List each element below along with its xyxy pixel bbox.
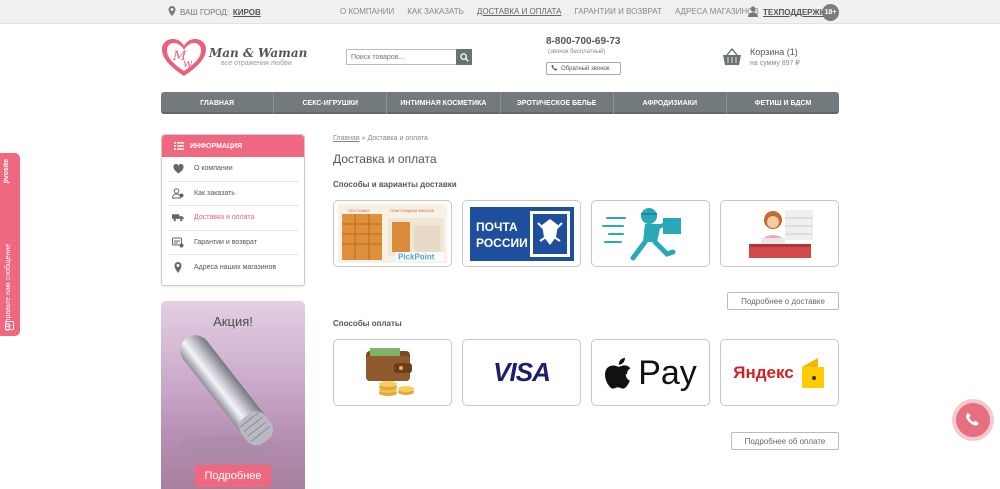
payment-section-title: Способы оплаты xyxy=(333,319,402,328)
cart-label: Корзина (1) xyxy=(750,47,798,57)
sidebar-item-about[interactable]: О компании xyxy=(168,157,298,182)
site-logo[interactable]: M w Man & Waman все отражения любви xyxy=(161,38,308,78)
sidebar-item-addresses[interactable]: Адреса наших магазинов xyxy=(168,255,298,280)
payment-card-applepay[interactable]: Pay xyxy=(591,339,710,406)
page-title: Доставка и оплата xyxy=(333,152,437,166)
sidebar-item-label: О компании xyxy=(194,165,233,173)
logo-tagline: все отражения любви xyxy=(221,60,292,67)
delivery-section-title: Способы и варианты доставки xyxy=(333,180,457,189)
cart-sum: на сумму 897 ₽ xyxy=(750,60,800,67)
visa-logo: VISA xyxy=(493,357,551,387)
phone-icon xyxy=(551,64,558,73)
feedback-tab-label: Отправьте нам сообщение xyxy=(5,243,12,331)
apple-icon xyxy=(605,357,631,389)
sidebar-item-guarantee[interactable]: Гарантии и возврат xyxy=(168,231,298,255)
payment-more-button[interactable]: Подробнее об оплате xyxy=(731,432,839,450)
delivery-card-pochta[interactable]: ПОЧТА РОССИИ xyxy=(462,200,581,267)
truck-icon xyxy=(172,212,184,224)
main-nav: ГЛАВНАЯ СЕКС-ИГРУШКИ ИНТИМНАЯ КОСМЕТИКА … xyxy=(161,92,839,114)
phone-note: (звонок бесплатный) xyxy=(548,49,606,55)
wallet-icon xyxy=(365,347,414,396)
user-icon xyxy=(748,6,758,19)
search-icon xyxy=(459,52,469,62)
city-label: ВАШ ГОРОД: xyxy=(180,7,229,17)
store-clerk-image xyxy=(748,209,813,258)
phone-icon xyxy=(965,412,979,426)
top-bar: ВАШ ГОРОД: КИРОВ О КОМПАНИИ КАК ЗАКАЗАТЬ… xyxy=(0,0,1000,24)
pickpoint-label-2: ПУНКТ ВЫДАЧИ ЗАКАЗОВ xyxy=(390,209,435,213)
sidebar-item-label: Доставка и оплата xyxy=(194,214,255,222)
city-name[interactable]: КИРОВ xyxy=(233,8,261,17)
nav-home[interactable]: ГЛАВНАЯ xyxy=(161,92,275,114)
delivery-card-pickpoint[interactable]: ПОСТАМАТ ПУНКТ ВЫДАЧИ ЗАКАЗОВ PickPoint xyxy=(333,200,452,267)
courier-icon xyxy=(601,207,681,260)
guarantee-icon xyxy=(172,236,184,248)
breadcrumb-home[interactable]: Главная xyxy=(333,135,360,142)
nav-lingerie[interactable]: ЭРОТИЧЕСКОЕ БЕЛЬЕ xyxy=(501,92,614,114)
top-link-delivery[interactable]: ДОСТАВКА И ОПЛАТА xyxy=(477,7,562,16)
sidebar-item-label: Гарантии и возврат xyxy=(194,238,257,246)
payment-card-visa[interactable]: VISA xyxy=(462,339,581,406)
nav-cosmetics[interactable]: ИНТИМНАЯ КОСМЕТИКА xyxy=(387,92,501,114)
chat-icon xyxy=(5,317,14,335)
search-bar xyxy=(346,49,472,65)
search-input[interactable] xyxy=(347,50,457,64)
promo-banner[interactable]: Акция! Подробнее xyxy=(161,301,305,489)
pickpoint-brand: PickPoint xyxy=(398,253,435,262)
list-icon xyxy=(174,142,184,150)
support-link[interactable]: ТЕХПОДДЕРЖКА xyxy=(748,6,830,19)
pickpoint-label-1: ПОСТАМАТ xyxy=(348,208,370,213)
vibrator-image xyxy=(179,335,275,459)
breadcrumb-current: Доставка и оплата xyxy=(367,135,428,142)
location-pin-icon xyxy=(172,261,184,273)
svg-text:w: w xyxy=(183,57,193,70)
yandex-money-icon xyxy=(801,357,824,388)
sidebar-item-how-to-order[interactable]: Как заказать xyxy=(168,182,298,206)
breadcrumb: Главная » Доставка и оплата xyxy=(333,135,428,142)
top-link-how-to-order[interactable]: КАК ЗАКАЗАТЬ xyxy=(407,7,464,16)
pochta-rossii-logo: ПОЧТА РОССИИ xyxy=(469,206,574,261)
pochta-line-1: ПОЧТА xyxy=(476,220,518,234)
call-widget-button[interactable] xyxy=(956,403,990,437)
city-selector[interactable]: ВАШ ГОРОД: КИРОВ xyxy=(168,6,261,18)
sidebar-item-label: Адреса наших магазинов xyxy=(194,263,277,271)
payment-card-yandex[interactable]: Яндекс xyxy=(720,339,839,406)
callback-label: Обратный звонок xyxy=(561,65,610,72)
delivery-card-pickup[interactable] xyxy=(720,200,839,267)
sidebar-title: ИНФОРМАЦИЯ xyxy=(190,142,243,150)
cart-widget[interactable]: Корзина (1) на сумму 897 ₽ xyxy=(722,46,842,70)
nav-fetish[interactable]: ФЕТИШ И БДСМ xyxy=(727,92,839,114)
yandex-label: Яндекс xyxy=(733,362,794,382)
heart-icon xyxy=(172,163,184,175)
search-button[interactable] xyxy=(456,49,472,65)
basket-icon xyxy=(723,48,741,65)
heart-logo-icon: M w xyxy=(162,39,206,76)
info-sidebar: ИНФОРМАЦИЯ О компании Как заказать Доста… xyxy=(161,134,305,286)
sidebar-item-delivery[interactable]: Доставка и оплата xyxy=(168,206,298,231)
pickpoint-image: ПОСТАМАТ ПУНКТ ВЫДАЧИ ЗАКАЗОВ PickPoint xyxy=(338,204,447,263)
jivosite-brand: jivosite xyxy=(3,159,10,184)
age-badge: 18+ xyxy=(822,4,839,21)
payment-card-cash[interactable] xyxy=(333,339,452,406)
delivery-card-courier[interactable] xyxy=(591,200,710,267)
pochta-line-2: РОССИИ xyxy=(476,236,528,250)
user-order-icon xyxy=(172,187,184,199)
applepay-label: Pay xyxy=(638,353,697,392)
sidebar-header: ИНФОРМАЦИЯ xyxy=(162,135,304,157)
logo-text: Man & Waman xyxy=(209,46,308,60)
support-label: ТЕХПОДДЕРЖКА xyxy=(763,8,831,17)
sidebar-item-label: Как заказать xyxy=(194,189,235,197)
nav-aphrodisiacs[interactable]: АФРОДИЗИАКИ xyxy=(614,92,727,114)
top-link-addresses[interactable]: АДРЕСА МАГАЗИНОВ xyxy=(675,7,759,16)
callback-button[interactable]: Обратный звонок xyxy=(546,62,621,75)
promo-more-button[interactable]: Подробнее xyxy=(195,465,271,487)
top-link-guarantee[interactable]: ГАРАНТИИ И ВОЗВРАТ xyxy=(574,7,662,16)
phone-number[interactable]: 8-800-700-69-73 xyxy=(546,36,621,47)
nav-sex-toys[interactable]: СЕКС-ИГРУШКИ xyxy=(274,92,388,114)
feedback-tab[interactable]: Отправьте нам сообщение jivosite xyxy=(0,153,20,336)
top-link-about[interactable]: О КОМПАНИИ xyxy=(340,7,394,16)
top-nav: О КОМПАНИИ КАК ЗАКАЗАТЬ ДОСТАВКА И ОПЛАТ… xyxy=(340,7,759,16)
location-pin-icon xyxy=(168,6,176,18)
delivery-more-button[interactable]: Подробнее о доставке xyxy=(727,292,839,310)
